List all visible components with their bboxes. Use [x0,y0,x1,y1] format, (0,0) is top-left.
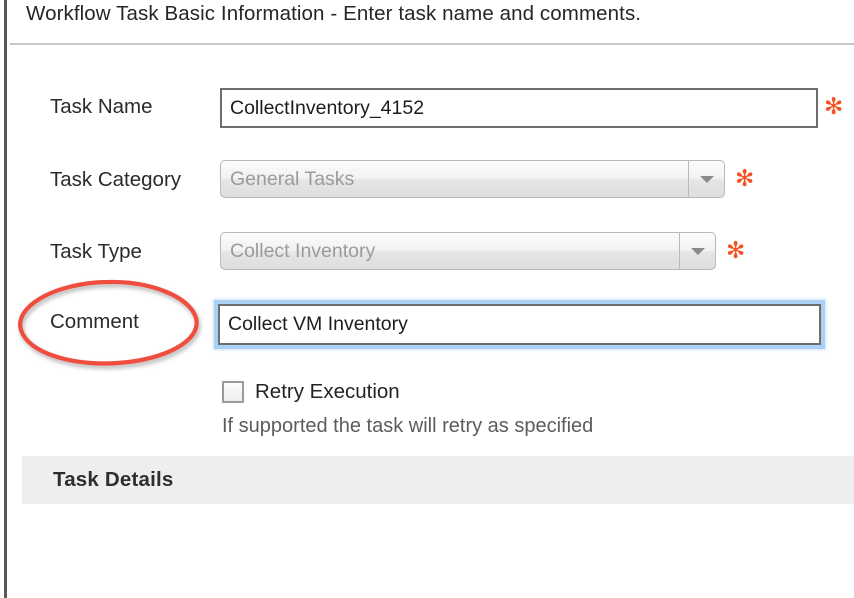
retry-execution-checkbox-row[interactable]: Retry Execution [222,380,400,404]
task-type-label: Task Type [50,240,142,263]
task-details-section-header: Task Details [22,456,854,504]
task-name-label: Task Name [50,95,153,118]
task-category-label: Task Category [50,168,182,191]
task-category-dropdown[interactable]: General Tasks [220,160,725,198]
task-details-title: Task Details [53,468,174,491]
task-type-value: Collect Inventory [230,239,376,262]
header-divider [10,43,854,45]
task-category-dropdown-button[interactable] [688,161,724,197]
task-type-dropdown-button[interactable] [679,233,715,269]
task-name-input[interactable] [220,88,818,128]
page-title: Workflow Task Basic Information - Enter … [26,2,642,25]
chevron-down-icon [690,247,705,255]
task-category-value: General Tasks [230,167,355,190]
comment-label: Comment [50,310,139,333]
chevron-down-icon [699,175,714,183]
retry-execution-checkbox[interactable] [222,381,244,403]
workflow-task-basic-information-panel: Workflow Task Basic Information - Enter … [0,0,854,598]
retry-execution-help-text: If supported the task will retry as spec… [222,415,594,437]
required-asterisk-icon: ✻ [735,166,755,192]
retry-execution-label: Retry Execution [255,380,400,403]
panel-left-border [4,0,7,598]
task-type-dropdown[interactable]: Collect Inventory [220,232,716,270]
required-asterisk-icon: ✻ [824,94,844,120]
comment-input[interactable] [218,304,821,345]
required-asterisk-icon: ✻ [726,238,746,264]
